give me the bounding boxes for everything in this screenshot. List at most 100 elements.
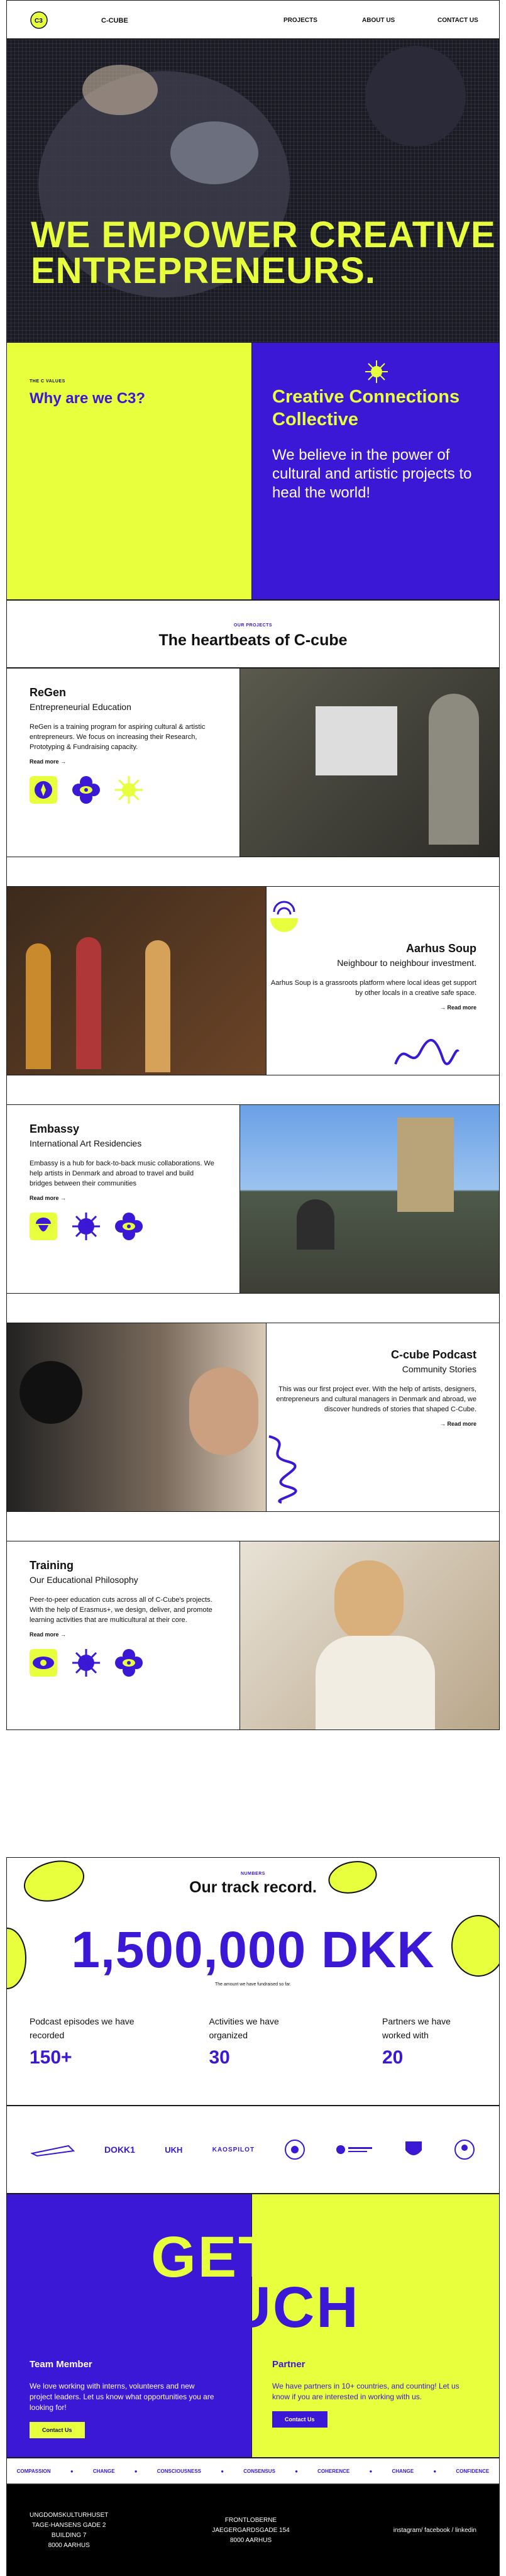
project-description: This was our first project ever. With th… bbox=[276, 1385, 476, 1413]
stat-label: Partners we have worked with bbox=[382, 2016, 451, 2040]
eye-flower-icon bbox=[115, 1213, 143, 1240]
eye-flower-icon bbox=[115, 1649, 143, 1677]
project-text: C-cube Podcast Community Stories This wa… bbox=[267, 1323, 499, 1511]
eye-icon bbox=[30, 1649, 57, 1677]
address-line: JAEGERGARDSGADE 154 bbox=[212, 2526, 290, 2534]
star-burst-icon bbox=[72, 1213, 100, 1240]
partner-logo-ukh[interactable]: UKH bbox=[165, 2145, 182, 2155]
project-aarhus-soup: Aarhus Soup Neighbour to neighbour inves… bbox=[7, 887, 499, 1075]
project-embassy: Embassy International Art Residencies Em… bbox=[7, 1105, 499, 1294]
coin-icon bbox=[23, 1860, 85, 1902]
address-line: UNGDOMSKULTURHUSET bbox=[30, 2511, 109, 2519]
values-eyebrow: THE C VALUES bbox=[30, 379, 65, 384]
hero-headline: WE EMPOWER CREATIVE ENTREPRENEURS. bbox=[31, 214, 496, 291]
partner-contact-button[interactable]: Contact Us bbox=[272, 2411, 327, 2428]
values-ticker: COMPASSION ● CHANGE ● CONSCIOUSNESS ● CONSE… bbox=[6, 2458, 500, 2484]
partner-title: Partner bbox=[272, 2359, 305, 2370]
project-text: Training Our Educational Philosophy Peer… bbox=[7, 1541, 239, 1729]
compass-icon bbox=[30, 776, 57, 804]
ticker-word: CHANGE bbox=[392, 2468, 414, 2474]
eye-flower-icon bbox=[72, 776, 100, 804]
read-more-link[interactable]: → Read more bbox=[267, 1421, 476, 1427]
fundraised-note: The amount we have fundraised so far. bbox=[214, 1982, 292, 1987]
project-subtitle: Community Stories bbox=[402, 1364, 476, 1374]
projects-header: OUR PROJECTS The heartbeats of C-cube bbox=[6, 600, 500, 668]
address-line: TAGE-HANSENS GADE 2 bbox=[31, 2521, 106, 2529]
stat-label: Podcast episodes we have recorded bbox=[30, 2016, 135, 2040]
squiggle-icon bbox=[394, 1039, 459, 1065]
top-nav: C3 C-CUBE PROJECTS ABOUT US CONTACT US bbox=[6, 0, 500, 39]
partner-logo[interactable] bbox=[336, 2143, 373, 2156]
coin-icon bbox=[451, 1915, 499, 1977]
ticker-word: CONSENSUS bbox=[243, 2468, 275, 2474]
projects-list: ReGen Entrepreneurial Education ReGen is… bbox=[6, 668, 500, 1730]
c-cube-logo[interactable]: C3 bbox=[30, 11, 48, 30]
read-more-link[interactable]: Read more → bbox=[30, 1195, 217, 1201]
team-contact-button[interactable]: Contact Us bbox=[30, 2422, 85, 2438]
hero: WE EMPOWER CREATIVE ENTREPRENEURS. bbox=[6, 39, 500, 342]
partner-logo[interactable] bbox=[284, 2139, 305, 2160]
read-more-link[interactable]: Read more → bbox=[30, 1631, 217, 1638]
address-line: BUILDING 7 bbox=[51, 2531, 87, 2539]
project-description: ReGen is a training program for aspiring… bbox=[30, 723, 206, 751]
stat-item: Partners we have worked with 20 bbox=[382, 2014, 476, 2068]
stats-grid: Podcast episodes we have recorded 150+ Ac… bbox=[7, 2014, 499, 2068]
project-text: ReGen Entrepreneurial Education ReGen is… bbox=[7, 669, 239, 857]
stat-item: Podcast episodes we have recorded 150+ bbox=[30, 2014, 136, 2068]
nav-contact-link[interactable]: CONTACT US bbox=[437, 17, 478, 24]
read-more-link[interactable]: → Read more bbox=[267, 1004, 476, 1011]
acorn-icon bbox=[30, 1213, 57, 1240]
project-title: Aarhus Soup bbox=[405, 942, 476, 955]
partner-logo[interactable] bbox=[454, 2139, 475, 2160]
address-line: 8000 AARHUS bbox=[229, 2536, 272, 2544]
divider bbox=[7, 1294, 499, 1323]
read-more-link[interactable]: Read more → bbox=[30, 758, 217, 765]
partner-logo[interactable] bbox=[403, 2139, 424, 2160]
project-subtitle: Neighbour to neighbour investment. bbox=[337, 958, 476, 968]
ticker-word: COHERENCE bbox=[317, 2468, 350, 2474]
svg-text:C3: C3 bbox=[35, 18, 43, 25]
team-text: We love working with interns, volunteers… bbox=[30, 2382, 214, 2412]
footer: UNGDOMSKULTURHUSET TAGE-HANSENS GADE 2 B… bbox=[6, 2484, 500, 2576]
nav-projects-link[interactable]: PROJECTS bbox=[283, 17, 317, 24]
ticker-word: COMPASSION bbox=[16, 2468, 51, 2474]
nav-about-link[interactable]: ABOUT US bbox=[362, 17, 395, 24]
divider bbox=[7, 857, 499, 887]
headline-line-2: TOUCH bbox=[146, 2275, 360, 2340]
brand-name[interactable]: C-CUBE bbox=[101, 17, 128, 25]
headline-line-1: GET IN bbox=[151, 2225, 355, 2289]
project-icons bbox=[30, 776, 217, 804]
project-text: Embassy International Art Residencies Em… bbox=[7, 1105, 239, 1293]
project-subtitle: International Art Residencies bbox=[30, 1138, 142, 1148]
partner-logo-kaospilot[interactable]: KAOSPILOT bbox=[212, 2146, 255, 2153]
ticker-dot-icon: ● bbox=[295, 2468, 298, 2474]
project-title: ReGen bbox=[30, 686, 67, 699]
project-title: Training bbox=[30, 1559, 74, 1572]
sun-icon bbox=[365, 360, 388, 383]
partner-logo-dokk1[interactable]: DOKK1 bbox=[104, 2145, 135, 2155]
project-icons bbox=[30, 1649, 217, 1677]
projects-eyebrow: OUR PROJECTS bbox=[233, 623, 273, 628]
project-photo bbox=[7, 1323, 267, 1511]
ticker-dot-icon: ● bbox=[433, 2468, 437, 2474]
project-podcast: C-cube Podcast Community Stories This wa… bbox=[7, 1323, 499, 1512]
divider bbox=[7, 1075, 499, 1105]
ticker-word: CONSCIOUSNESS bbox=[157, 2468, 202, 2474]
get-in-touch-headline: GET IN TOUCH bbox=[7, 2225, 499, 2340]
projects-title: The heartbeats of C-cube bbox=[158, 631, 348, 649]
footer-address-2: FRONTLOBERNE JAEGERGARDSGADE 154 8000 AA… bbox=[212, 2516, 289, 2546]
partner-logo[interactable] bbox=[30, 2142, 75, 2157]
project-subtitle: Entrepreneurial Education bbox=[30, 702, 131, 712]
project-title: Embassy bbox=[30, 1123, 80, 1135]
coin-icon bbox=[328, 1861, 377, 1894]
ticker-word: CONFIDENCE bbox=[456, 2468, 490, 2474]
project-description: Peer-to-peer education cuts across all o… bbox=[30, 1596, 212, 1624]
footer-social-links[interactable]: instagram/ facebook / linkedin bbox=[393, 2526, 476, 2536]
sun-icon bbox=[115, 776, 143, 804]
squiggle-icon bbox=[268, 1435, 297, 1504]
bowl-icon bbox=[270, 901, 298, 932]
project-icons bbox=[30, 1213, 217, 1240]
values-right-text: We believe in the power of cultural and … bbox=[272, 447, 472, 501]
values-left: THE C VALUES Why are we C3? bbox=[7, 343, 252, 599]
project-subtitle: Our Educational Philosophy bbox=[30, 1575, 138, 1585]
